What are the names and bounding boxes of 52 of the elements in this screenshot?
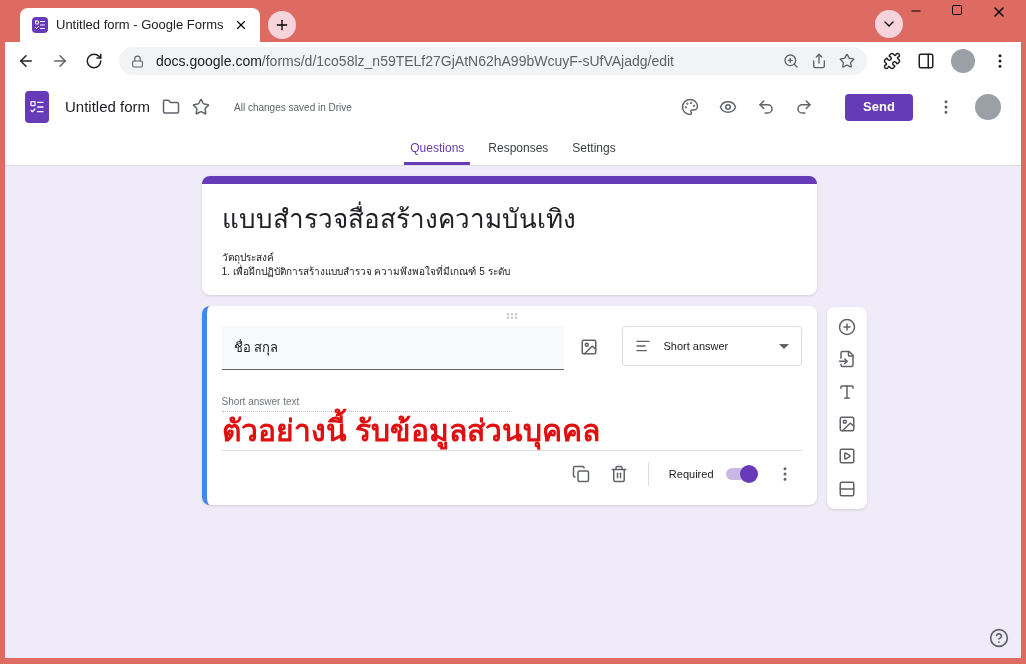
address-bar[interactable]: docs.google.com/forms/d/1co58lz_n59TELf27GjAtN62hA99bWcuyF-sUfVAjadg/edit xyxy=(119,47,867,75)
tab-search-button[interactable] xyxy=(875,10,903,38)
new-tab-button[interactable] xyxy=(268,11,296,39)
lock-icon xyxy=(131,54,144,68)
form-name[interactable]: Untitled form xyxy=(65,95,151,119)
send-button[interactable]: Send xyxy=(845,93,913,121)
question-type-dropdown[interactable]: Short answer xyxy=(622,326,802,366)
plus-icon xyxy=(274,17,290,33)
title-icon[interactable] xyxy=(837,382,856,401)
avatar[interactable] xyxy=(975,94,1001,120)
share-icon[interactable] xyxy=(811,53,827,69)
redo-icon[interactable] xyxy=(795,98,813,116)
image-icon[interactable] xyxy=(580,338,599,356)
import-icon[interactable] xyxy=(837,350,856,369)
side-panel-icon[interactable] xyxy=(917,52,935,70)
forward-icon[interactable] xyxy=(51,52,69,70)
extensions-icon[interactable] xyxy=(883,52,901,70)
form-description[interactable]: วัตถุประสงค์ 1. เพื่อฝึกปฏิบัติการสร้างแบบสำรวจ ความพึงพอใจที่มีเกณฑ์ 5 ระดับ xyxy=(221,251,797,279)
forms-logo-icon xyxy=(32,17,48,33)
browser-tab[interactable]: Untitled form - Google Forms xyxy=(20,8,260,42)
undo-icon[interactable] xyxy=(757,98,775,116)
star-icon[interactable] xyxy=(192,98,211,116)
add-question-icon[interactable] xyxy=(837,318,856,337)
image-icon[interactable] xyxy=(837,415,856,434)
form-tab[interactable]: Settings xyxy=(566,134,622,165)
close-icon[interactable] xyxy=(234,18,248,32)
required-switch[interactable] xyxy=(725,468,756,480)
back-icon[interactable] xyxy=(17,52,35,70)
form-tab[interactable]: Questions xyxy=(404,134,471,165)
folder-icon[interactable] xyxy=(162,98,181,116)
star-icon[interactable] xyxy=(839,53,855,69)
section-icon[interactable] xyxy=(837,479,856,498)
duplicate-icon[interactable] xyxy=(571,465,590,483)
form-title[interactable]: แบบสำรวจสื่อสร้างความบันเทิง xyxy=(221,200,797,239)
required-label: Required xyxy=(668,466,714,482)
short-answer-icon xyxy=(635,338,652,354)
forms-logo-icon[interactable] xyxy=(25,91,49,123)
question-title-field[interactable]: ชื่อ สกุล xyxy=(221,326,565,370)
delete-icon[interactable] xyxy=(609,465,628,483)
palette-icon[interactable] xyxy=(681,98,699,116)
form-tab[interactable]: Responses xyxy=(482,134,555,165)
tab-title: Untitled form - Google Forms xyxy=(56,16,225,35)
zoom-icon[interactable] xyxy=(783,53,799,69)
reload-icon[interactable] xyxy=(85,52,103,70)
url-text: docs.google.com/forms/d/1co58lz_n59TELf27GjAtN62hA99bWcuyF-sUfVAjadg/edit xyxy=(156,51,675,71)
avatar[interactable] xyxy=(951,49,975,73)
video-icon[interactable] xyxy=(837,447,856,466)
help-icon[interactable] xyxy=(989,628,1009,648)
dropdown-caret-icon xyxy=(778,343,789,349)
preview-icon[interactable] xyxy=(719,98,737,116)
save-status: All changes saved in Drive xyxy=(234,100,352,115)
maximize-icon[interactable] xyxy=(951,4,963,16)
